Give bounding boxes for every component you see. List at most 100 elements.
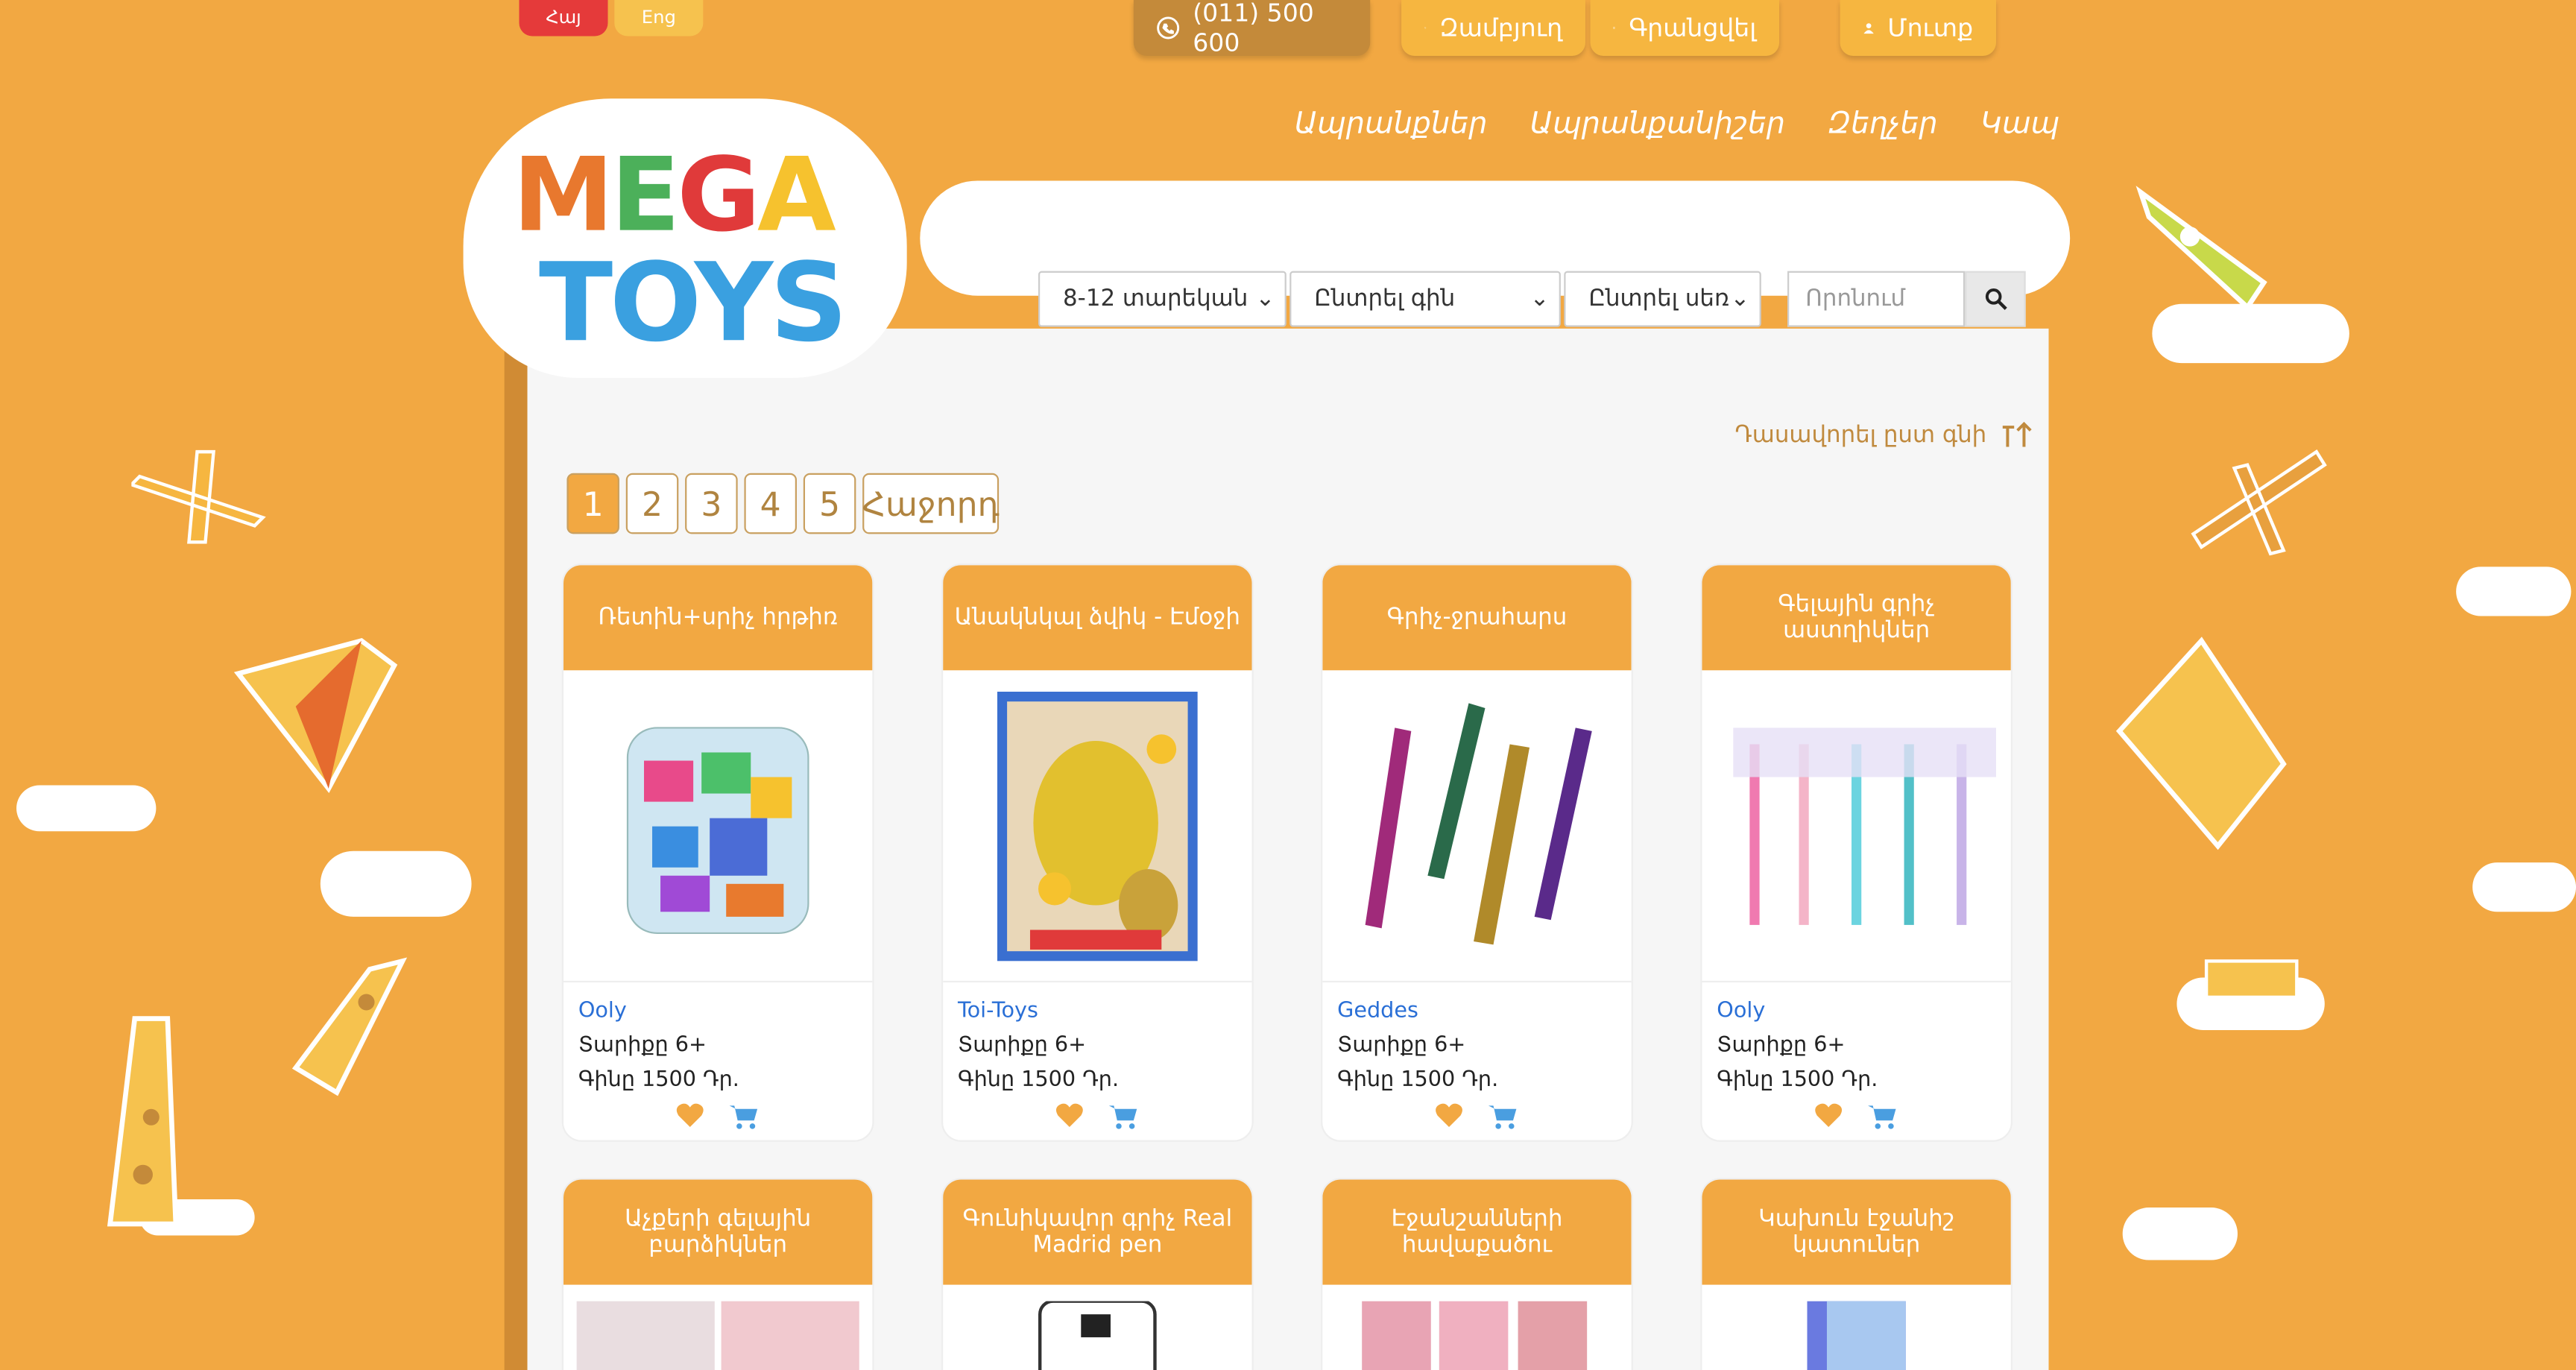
- login-button[interactable]: Մուտք: [1840, 0, 1996, 56]
- nav-discounts[interactable]: Զեղչեր: [1828, 107, 1937, 141]
- chevron-down-icon: ⌄: [1730, 285, 1750, 312]
- product-brand[interactable]: Ooly: [578, 999, 858, 1023]
- page-2[interactable]: 2: [625, 473, 679, 534]
- product-image[interactable]: [943, 670, 1252, 983]
- product-card[interactable]: Ռետին+սրիչ հրթիռ Ooly Տարիքը 6+ Գինը 150…: [561, 564, 874, 1142]
- product-image-cat-notepad: [1807, 1301, 1906, 1370]
- product-title[interactable]: Ռետին+սրիչ հրթիռ: [564, 565, 873, 671]
- product-card[interactable]: Էջանշանների հավաքածու: [1321, 1178, 1633, 1370]
- giraffe-icon: [107, 1016, 179, 1227]
- product-image[interactable]: [1702, 1285, 2010, 1370]
- product-image[interactable]: [943, 1285, 1251, 1370]
- phone-number: (011) 500 600: [1193, 0, 1314, 58]
- logo-letter: E: [610, 134, 680, 255]
- product-price: Գինը 1500 Դր.: [578, 1067, 739, 1093]
- logo-letter: A: [757, 134, 836, 255]
- phone-icon: [1157, 16, 1180, 40]
- sort-by-price[interactable]: Դասավորել ըստ գնի: [1735, 420, 2036, 450]
- product-age: Տարիքը 6+: [957, 1033, 1087, 1058]
- nav-contact[interactable]: Կապ: [1980, 107, 2059, 141]
- price-select[interactable]: Ընտրել գին ⌄: [1289, 271, 1561, 327]
- page-1[interactable]: 1: [566, 473, 619, 534]
- sort-arrow-icon: [2003, 421, 2033, 447]
- product-title[interactable]: Կախուն էջանիշ կատուներ: [1702, 1179, 2011, 1285]
- add-to-cart-icon[interactable]: [1866, 1102, 1899, 1130]
- add-to-cart-icon[interactable]: [727, 1102, 760, 1130]
- page-4[interactable]: 4: [744, 473, 797, 534]
- rocket-icon: [2135, 186, 2267, 312]
- product-image[interactable]: [564, 1285, 872, 1370]
- product-title[interactable]: Գելային գրիչ աստղիկներ: [1702, 565, 2011, 671]
- product-image-eraser-jar: [626, 726, 809, 933]
- add-to-cart-icon[interactable]: [1108, 1102, 1140, 1130]
- product-age: Տարիքը 6+: [578, 1033, 707, 1058]
- nav-products[interactable]: Ապրանքներ: [1295, 107, 1488, 141]
- search-box: Որոնում: [1787, 271, 2026, 327]
- search-button[interactable]: [1965, 271, 2026, 327]
- product-card[interactable]: Անակնկալ ձվիկ - Էմօջի Toi-Toys Տարիքը 6+…: [941, 564, 1254, 1142]
- heart-icon[interactable]: [675, 1102, 705, 1128]
- product-title[interactable]: Գունիկավոր գրիչ Real Madrid pen: [943, 1179, 1252, 1285]
- product-card[interactable]: Գրիչ-ջրահարս Geddes Տարիքը 6+ Գինը 1500 …: [1321, 564, 1633, 1142]
- product-brand[interactable]: Geddes: [1337, 999, 1617, 1023]
- next-page-button[interactable]: Հաջորդ: [862, 473, 1000, 534]
- filters: 8-12 տարեկան ⌄ Ընտրել գին ⌄ Ընտրել սեռ ⌄: [1038, 271, 1761, 327]
- product-image[interactable]: [1322, 1285, 1631, 1370]
- cloud-decoration: [16, 785, 157, 832]
- product-title[interactable]: Աչքերի գելային բարձիկներ: [564, 1179, 873, 1285]
- register-button[interactable]: Գրանցվել: [1590, 0, 1780, 56]
- cart-label: Զամբյուղ: [1439, 13, 1563, 43]
- gender-select[interactable]: Ընտրել սեռ ⌄: [1564, 271, 1761, 327]
- page-5[interactable]: 5: [803, 473, 856, 534]
- product-image-gel-pens: [1733, 727, 1996, 924]
- cloud-decoration: [320, 850, 472, 917]
- product-brand[interactable]: Toi-Toys: [958, 999, 1237, 1023]
- product-card[interactable]: Աչքերի գելային բարձիկներ: [561, 1178, 874, 1370]
- login-label: Մուտք: [1887, 13, 1974, 43]
- product-image-egg-box: [997, 690, 1198, 961]
- cloud-decoration: [2122, 1208, 2238, 1260]
- page: Հայ Eng (011) 500 600 Զամբյուղ Գրանցվել …: [0, 0, 2576, 1370]
- product-card[interactable]: Գունիկավոր գրիչ Real Madrid pen: [941, 1178, 1254, 1370]
- airplane-icon: [2191, 449, 2327, 556]
- product-title[interactable]: Գրիչ-ջրահարս: [1322, 565, 1632, 671]
- logo-letter: G: [677, 134, 760, 255]
- product-card[interactable]: Գելային գրիչ աստղիկներ Ooly Տարիքը 6+ Գի…: [1700, 564, 2013, 1142]
- product-image[interactable]: [564, 670, 873, 983]
- page-3[interactable]: 3: [685, 473, 738, 534]
- main-nav: Ապրանքներ Ապրանքանիշեր Զեղչեր Կապ: [1295, 107, 2059, 141]
- age-select[interactable]: 8-12 տարեկան ⌄: [1038, 271, 1287, 327]
- heart-icon[interactable]: [1434, 1102, 1464, 1128]
- product-title[interactable]: Անակնկալ ձվիկ - Էմօջի: [943, 565, 1252, 671]
- product-image-sequin-pens: [1365, 702, 1592, 944]
- lang-hy-button[interactable]: Հայ: [519, 0, 608, 37]
- product-price: Գինը 1500 Դր.: [1717, 1067, 1878, 1093]
- product-image[interactable]: [1702, 670, 2011, 983]
- product-price: Գինը 1500 Դր.: [1337, 1067, 1499, 1093]
- sort-label: Դասավորել ըստ գնի: [1734, 422, 1987, 449]
- product-image[interactable]: [1322, 670, 1632, 983]
- airplane-icon: [131, 449, 266, 544]
- user-icon: [1863, 23, 1874, 34]
- paper-bird-icon: [2115, 637, 2287, 850]
- phone-button[interactable]: (011) 500 600: [1133, 0, 1371, 58]
- product-age: Տարիքը 6+: [1337, 1033, 1466, 1058]
- age-select-value: 8-12 տարեկան: [1063, 285, 1248, 312]
- product-image-eye-pads: [576, 1301, 859, 1370]
- product-brand[interactable]: Ooly: [1717, 999, 1996, 1023]
- rocket-icon: [291, 957, 408, 1096]
- add-to-cart-icon[interactable]: [1487, 1102, 1520, 1130]
- product-title[interactable]: Էջանշանների հավաքածու: [1322, 1179, 1632, 1285]
- register-label: Գրանցվել: [1629, 13, 1757, 43]
- logo-mega[interactable]: MEGA: [513, 134, 836, 255]
- cart-icon: [1424, 27, 1427, 29]
- lang-en-button[interactable]: Eng: [614, 0, 704, 37]
- search-input[interactable]: Որոնում: [1787, 271, 1966, 327]
- heart-icon[interactable]: [1055, 1102, 1085, 1128]
- logo-toys[interactable]: TOYS: [539, 240, 848, 367]
- nav-brands[interactable]: Ապրանքանիշեր: [1530, 107, 1785, 141]
- product-card[interactable]: Կախուն էջանիշ կատուներ: [1700, 1178, 2013, 1370]
- heart-icon[interactable]: [1813, 1102, 1843, 1128]
- cloud-decoration: [2456, 566, 2572, 616]
- cart-button[interactable]: Զամբյուղ: [1401, 0, 1585, 56]
